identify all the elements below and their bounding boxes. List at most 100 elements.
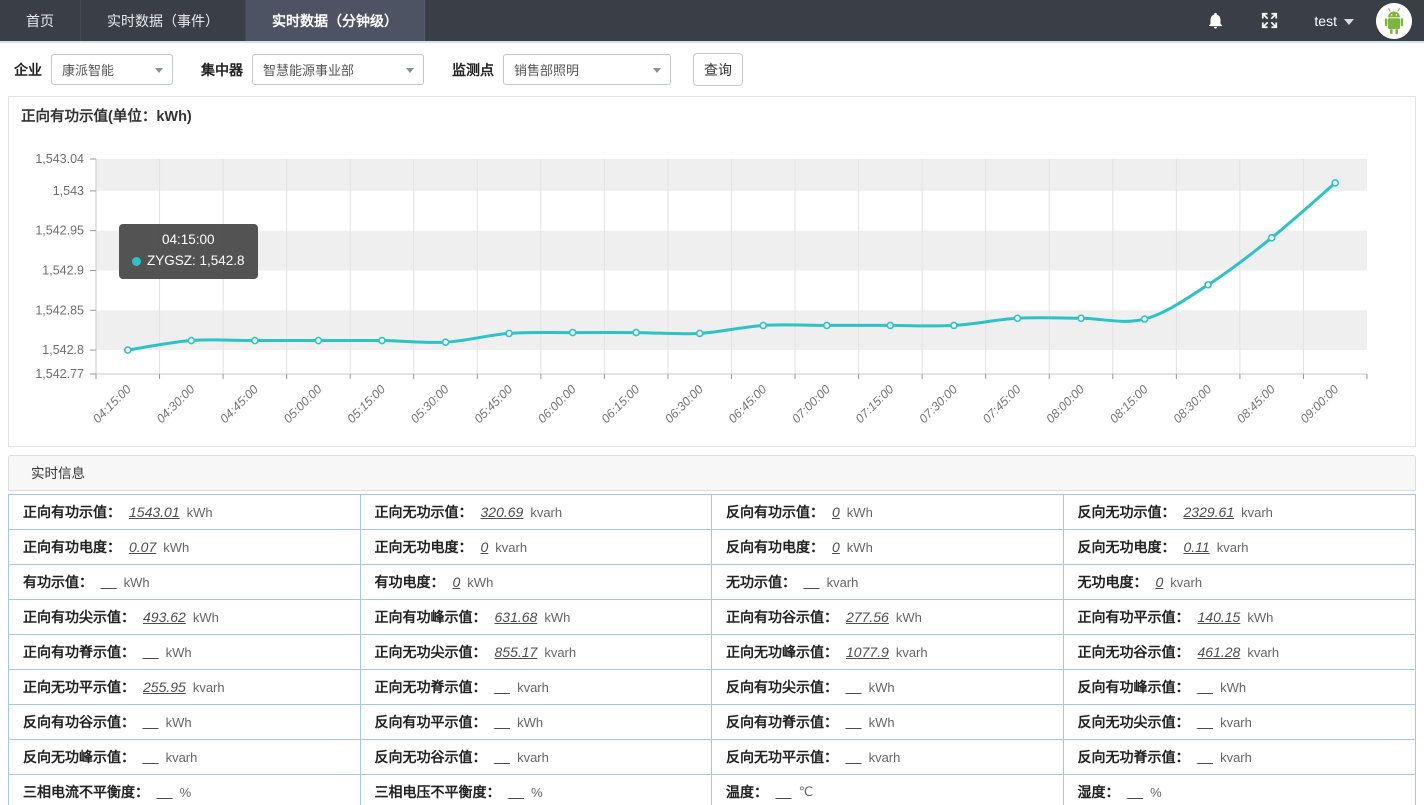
info-unit: kWh (467, 575, 493, 590)
avatar[interactable] (1376, 3, 1412, 39)
user-name: test (1314, 13, 1337, 29)
info-cell: 反向无功示值：2329.61kvarh (1064, 495, 1416, 530)
info-unit: kWh (544, 610, 570, 625)
info-label: 正向无功电度： (375, 537, 473, 557)
info-label: 湿度： (1078, 782, 1120, 802)
info-value: 631.68 (495, 609, 538, 625)
x-axis-label: 04:15:00 (90, 382, 134, 426)
enterprise-selected-value: 康派智能 (62, 60, 114, 79)
info-label: 正向有功平示值： (1078, 607, 1190, 627)
info-unit: kWh (193, 610, 219, 625)
info-value: __ (1198, 679, 1214, 695)
x-axis-label: 07:15:00 (853, 382, 897, 426)
info-label: 反向有功示值： (726, 502, 824, 522)
info-label: 反向无功平示值： (726, 747, 838, 767)
info-unit: kvarh (517, 750, 549, 765)
enterprise-label: 企业 (14, 60, 42, 80)
concentrator-select[interactable]: 智慧能源事业部 (252, 54, 424, 85)
info-cell: 正向有功平示值：140.15kWh (1064, 600, 1416, 635)
x-axis-label: 06:30:00 (662, 382, 706, 426)
info-value: 0.07 (129, 539, 156, 555)
info-cell: 有功示值：__kWh (9, 565, 361, 600)
info-value: 0.11 (1184, 539, 1210, 555)
bell-icon[interactable] (1206, 11, 1226, 31)
top-navbar: 首页实时数据（事件）实时数据（分钟级） test (0, 0, 1424, 41)
info-table: 正向有功示值：1543.01kWh正向无功示值：320.69kvarh反向有功示… (8, 494, 1416, 805)
info-cell: 三相电流不平衡度：__% (9, 775, 361, 805)
info-label: 温度： (726, 782, 768, 802)
info-cell: 反向无功尖示值：__kvarh (1064, 705, 1416, 740)
info-value: __ (143, 714, 159, 730)
info-cell: 反向无功平示值：__kvarh (712, 740, 1064, 775)
tab-home[interactable]: 首页 (0, 0, 81, 41)
info-unit: kvarh (869, 750, 901, 765)
navbar-right: test (1206, 0, 1424, 41)
info-cell: 温度：__℃ (712, 775, 1064, 805)
chart-data-point (1205, 282, 1211, 288)
info-unit: kvarh (896, 645, 928, 660)
filter-bar: 企业 康派智能 集中器 智慧能源事业部 监测点 销售部照明 查询 (0, 43, 1424, 96)
info-label: 反向无功电度： (1078, 537, 1176, 557)
tooltip-series-row: ZYGSZ: 1,542.8 (132, 251, 245, 272)
info-label: 反向有功平示值： (375, 712, 487, 732)
info-cell: 反向有功谷示值：__kWh (9, 705, 361, 740)
info-unit: % (531, 785, 543, 800)
info-value: 2329.61 (1184, 504, 1235, 520)
x-axis-label: 06:00:00 (535, 382, 579, 426)
x-axis-label: 05:15:00 (344, 382, 388, 426)
info-value: 255.95 (143, 679, 186, 695)
y-axis-label: 1,543.04 (35, 152, 84, 166)
info-unit: kvarh (495, 540, 527, 555)
info-value: 277.56 (846, 609, 889, 625)
tooltip-series-value: ZYGSZ: 1,542.8 (147, 251, 245, 272)
monitor-point-selected-value: 销售部照明 (514, 60, 579, 79)
info-label: 正向有功电度： (23, 537, 121, 557)
info-value: __ (143, 749, 159, 765)
info-value: 1543.01 (129, 504, 180, 520)
info-cell: 反向无功峰示值：__kvarh (9, 740, 361, 775)
info-unit: ℃ (799, 784, 814, 800)
info-label: 反向有功脊示值： (726, 712, 838, 732)
info-unit: kvarh (1217, 540, 1249, 555)
info-unit: kvarh (193, 680, 225, 695)
info-value: 461.28 (1198, 644, 1241, 660)
info-label: 三相电压不平衡度： (375, 782, 501, 802)
info-value: 0 (481, 539, 489, 555)
tab-realtime-event[interactable]: 实时数据（事件） (81, 0, 246, 41)
info-label: 有功示值： (23, 572, 93, 592)
info-label: 无功电度： (1078, 572, 1148, 592)
info-value: __ (495, 679, 511, 695)
info-unit: kvarh (827, 575, 859, 590)
info-cell: 反向无功谷示值：__kvarh (361, 740, 713, 775)
info-cell: 正向有功示值：1543.01kWh (9, 495, 361, 530)
chart-data-point (951, 322, 957, 328)
tab-realtime-minute[interactable]: 实时数据（分钟级） (246, 0, 425, 41)
info-unit: % (180, 785, 192, 800)
chart-data-point (443, 339, 449, 345)
info-label: 反向无功脊示值： (1078, 747, 1190, 767)
info-cell: 反向无功脊示值：__kvarh (1064, 740, 1416, 775)
chart-data-point (252, 338, 258, 344)
x-axis-label: 08:30:00 (1170, 382, 1214, 426)
info-cell: 正向无功尖示值：855.17kvarh (361, 635, 713, 670)
x-axis-label: 08:45:00 (1234, 382, 1278, 426)
info-value: __ (1198, 714, 1214, 730)
info-label: 反向无功示值： (1078, 502, 1176, 522)
monitor-point-select[interactable]: 销售部照明 (503, 54, 671, 85)
info-value: __ (101, 574, 117, 590)
fullscreen-icon[interactable] (1260, 11, 1280, 31)
chart-data-point (1332, 180, 1338, 186)
x-axis-label: 06:15:00 (599, 382, 643, 426)
user-menu[interactable]: test (1314, 13, 1354, 29)
x-axis-label: 04:45:00 (217, 382, 261, 426)
info-cell: 无功电度：0kvarh (1064, 565, 1416, 600)
android-avatar-icon (1376, 3, 1412, 39)
info-value: __ (846, 714, 862, 730)
info-cell: 湿度：__% (1064, 775, 1416, 805)
monitor-point-label: 监测点 (452, 60, 494, 80)
y-axis-label: 1,542.77 (35, 367, 84, 381)
enterprise-select[interactable]: 康派智能 (51, 54, 173, 85)
y-axis-label: 1,543 (53, 184, 84, 198)
query-button[interactable]: 查询 (693, 53, 743, 86)
info-unit: kvarh (544, 645, 576, 660)
